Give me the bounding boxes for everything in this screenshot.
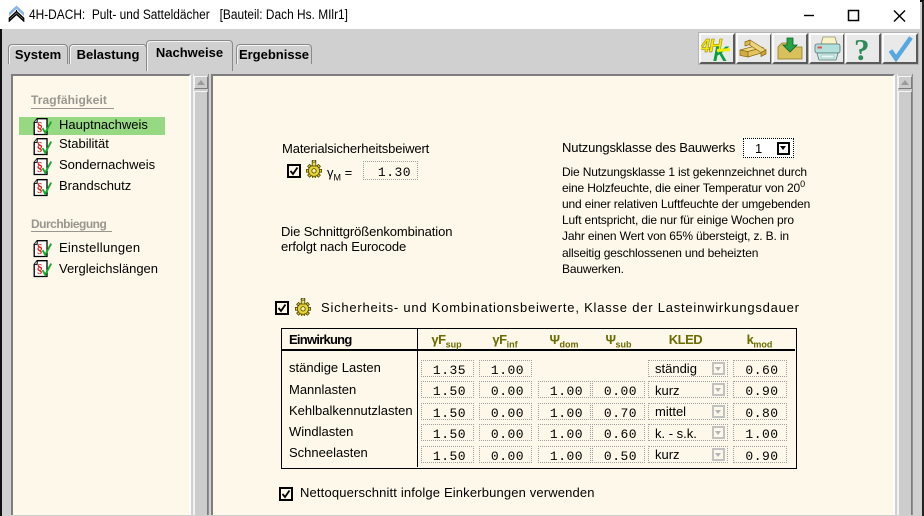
svg-text:§: § <box>37 120 43 134</box>
svg-text:§: § <box>37 262 43 276</box>
svg-text:?: ? <box>854 35 870 62</box>
svg-text:§: § <box>37 160 43 174</box>
svg-text:§: § <box>37 242 43 256</box>
svg-text:§: § <box>37 140 43 154</box>
svg-text:K: K <box>713 43 730 62</box>
svg-text:§: § <box>37 182 43 196</box>
